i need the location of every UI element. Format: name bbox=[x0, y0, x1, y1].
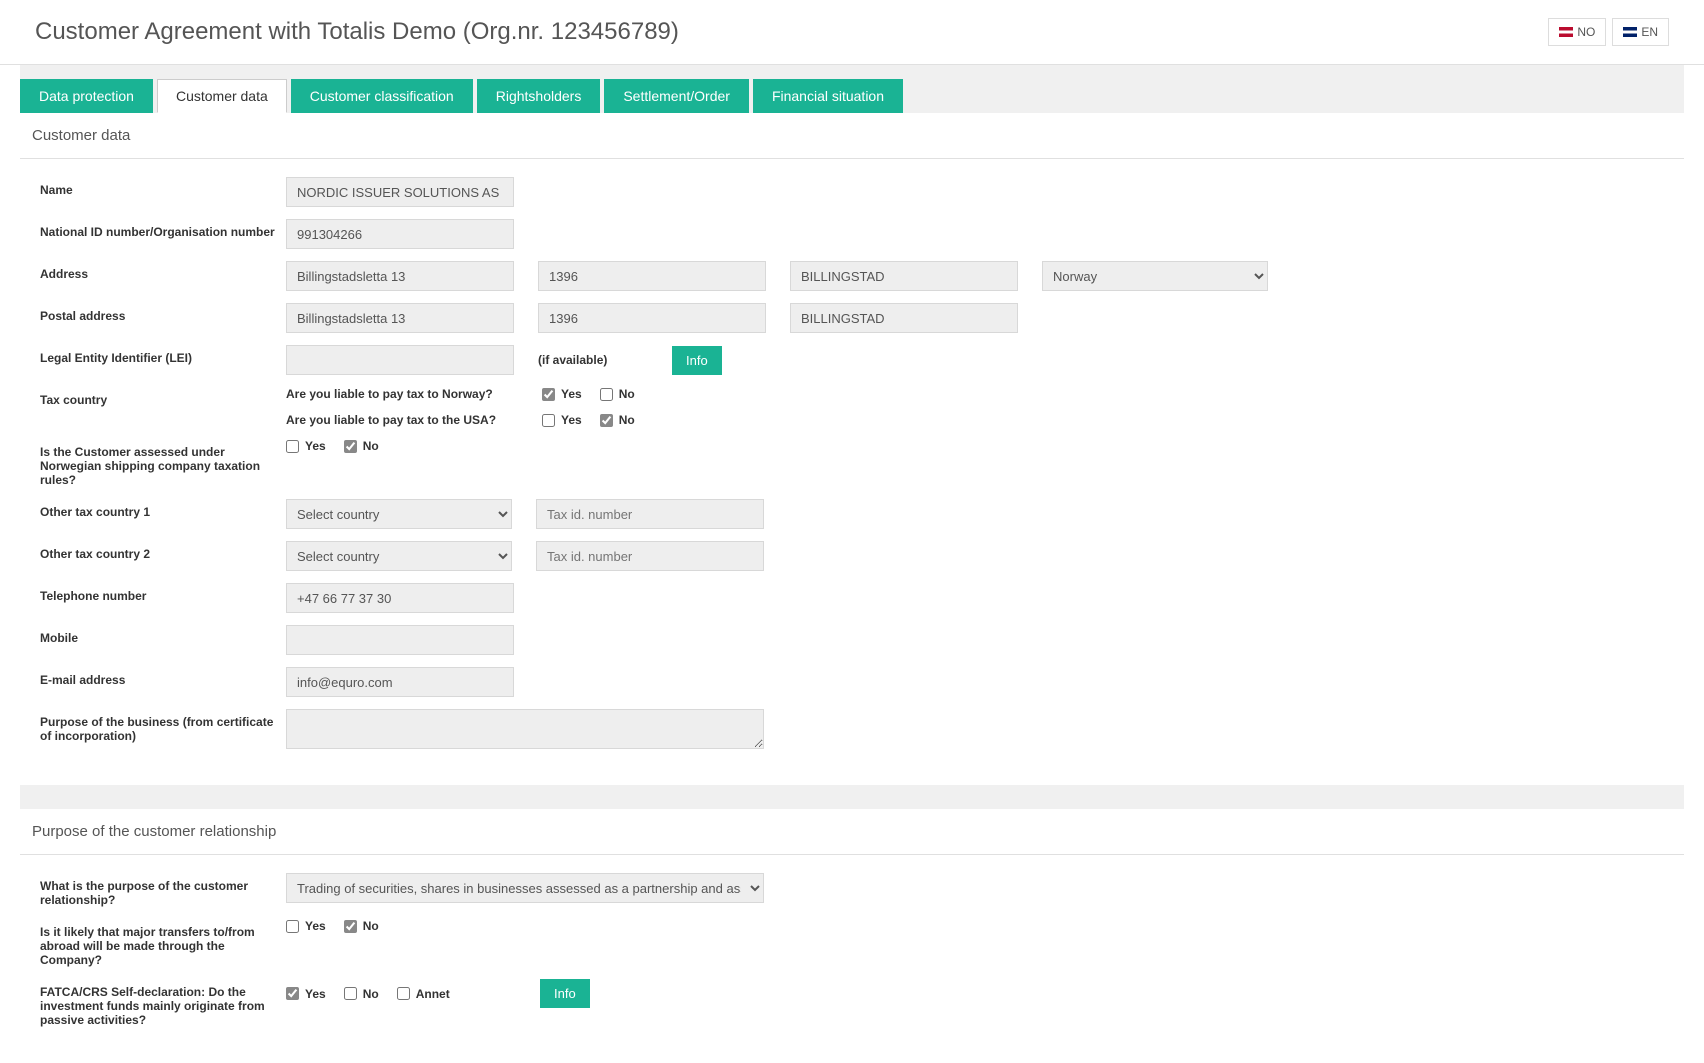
label-name: Name bbox=[40, 177, 286, 197]
tax-q-usa: Are you liable to pay tax to the USA? bbox=[286, 413, 542, 427]
other-tax2-id-input[interactable] bbox=[536, 541, 764, 571]
lang-en-label: EN bbox=[1641, 25, 1658, 39]
tab-settlement[interactable]: Settlement/Order bbox=[604, 79, 749, 113]
tabs: Data protection Customer data Customer c… bbox=[20, 65, 1684, 113]
label-email: E-mail address bbox=[40, 667, 286, 687]
purpose-biz-textarea[interactable] bbox=[286, 709, 764, 749]
address-street-input[interactable] bbox=[286, 261, 514, 291]
label-postal: Postal address bbox=[40, 303, 286, 323]
label-purpose-rel: What is the purpose of the customer rela… bbox=[40, 873, 286, 907]
label-telephone: Telephone number bbox=[40, 583, 286, 603]
email-input[interactable] bbox=[286, 667, 514, 697]
fatca-no[interactable]: No bbox=[344, 987, 379, 1001]
label-national-id: National ID number/Organisation number bbox=[40, 219, 286, 239]
flag-en-icon bbox=[1623, 27, 1637, 37]
lang-en-button[interactable]: EN bbox=[1612, 18, 1669, 46]
purpose-rel-select[interactable]: Trading of securities, shares in busines… bbox=[286, 873, 764, 903]
lei-input[interactable] bbox=[286, 345, 514, 375]
address-country-select[interactable]: Norway bbox=[1042, 261, 1268, 291]
other-tax1-id-input[interactable] bbox=[536, 499, 764, 529]
label-other-tax2: Other tax country 2 bbox=[40, 541, 286, 561]
lei-info-button[interactable]: Info bbox=[672, 346, 722, 375]
tab-financial[interactable]: Financial situation bbox=[753, 79, 903, 113]
label-fatca: FATCA/CRS Self-declaration: Do the inves… bbox=[40, 979, 286, 1027]
tax-usa-no[interactable]: No bbox=[600, 413, 635, 427]
postal-zip-input[interactable] bbox=[538, 303, 766, 333]
label-shipping: Is the Customer assessed under Norwegian… bbox=[40, 439, 286, 487]
label-other-tax1: Other tax country 1 bbox=[40, 499, 286, 519]
postal-street-input[interactable] bbox=[286, 303, 514, 333]
lang-no-label: NO bbox=[1577, 25, 1595, 39]
mobile-input[interactable] bbox=[286, 625, 514, 655]
lei-hint: (if available) bbox=[538, 353, 648, 367]
address-city-input[interactable] bbox=[790, 261, 1018, 291]
label-tax-country: Tax country bbox=[40, 387, 286, 407]
telephone-input[interactable] bbox=[286, 583, 514, 613]
address-zip-input[interactable] bbox=[538, 261, 766, 291]
section-customer-data: Customer data Name National ID number/Or… bbox=[20, 113, 1684, 785]
tax-norway-no[interactable]: No bbox=[600, 387, 635, 401]
label-address: Address bbox=[40, 261, 286, 281]
lang-no-button[interactable]: NO bbox=[1548, 18, 1606, 46]
other-tax1-country-select[interactable]: Select country bbox=[286, 499, 512, 529]
section-title: Customer data bbox=[20, 113, 1684, 159]
tax-q-norway: Are you liable to pay tax to Norway? bbox=[286, 387, 542, 401]
section-purpose-relationship: Purpose of the customer relationship Wha… bbox=[20, 809, 1684, 1063]
tax-usa-yes[interactable]: Yes bbox=[542, 413, 582, 427]
tab-rightsholders[interactable]: Rightsholders bbox=[477, 79, 601, 113]
label-mobile: Mobile bbox=[40, 625, 286, 645]
fatca-annet[interactable]: Annet bbox=[397, 987, 450, 1001]
other-tax2-country-select[interactable]: Select country bbox=[286, 541, 512, 571]
section-title-purpose: Purpose of the customer relationship bbox=[20, 809, 1684, 855]
label-purpose-biz: Purpose of the business (from certificat… bbox=[40, 709, 286, 743]
shipping-no[interactable]: No bbox=[344, 439, 379, 453]
tab-data-protection[interactable]: Data protection bbox=[20, 79, 153, 113]
flag-no-icon bbox=[1559, 27, 1573, 37]
tab-customer-data[interactable]: Customer data bbox=[157, 79, 287, 113]
page-title: Customer Agreement with Totalis Demo (Or… bbox=[35, 18, 679, 46]
fatca-yes[interactable]: Yes bbox=[286, 987, 326, 1001]
name-input[interactable] bbox=[286, 177, 514, 207]
language-switcher: NO EN bbox=[1548, 18, 1669, 46]
postal-city-input[interactable] bbox=[790, 303, 1018, 333]
page-header: Customer Agreement with Totalis Demo (Or… bbox=[0, 0, 1704, 65]
transfers-yes[interactable]: Yes bbox=[286, 919, 326, 933]
tab-customer-classification[interactable]: Customer classification bbox=[291, 79, 473, 113]
transfers-no[interactable]: No bbox=[344, 919, 379, 933]
tax-norway-yes[interactable]: Yes bbox=[542, 387, 582, 401]
fatca-info-button[interactable]: Info bbox=[540, 979, 590, 1008]
label-transfers: Is it likely that major transfers to/fro… bbox=[40, 919, 286, 967]
label-lei: Legal Entity Identifier (LEI) bbox=[40, 345, 286, 365]
shipping-yes[interactable]: Yes bbox=[286, 439, 326, 453]
national-id-input[interactable] bbox=[286, 219, 514, 249]
